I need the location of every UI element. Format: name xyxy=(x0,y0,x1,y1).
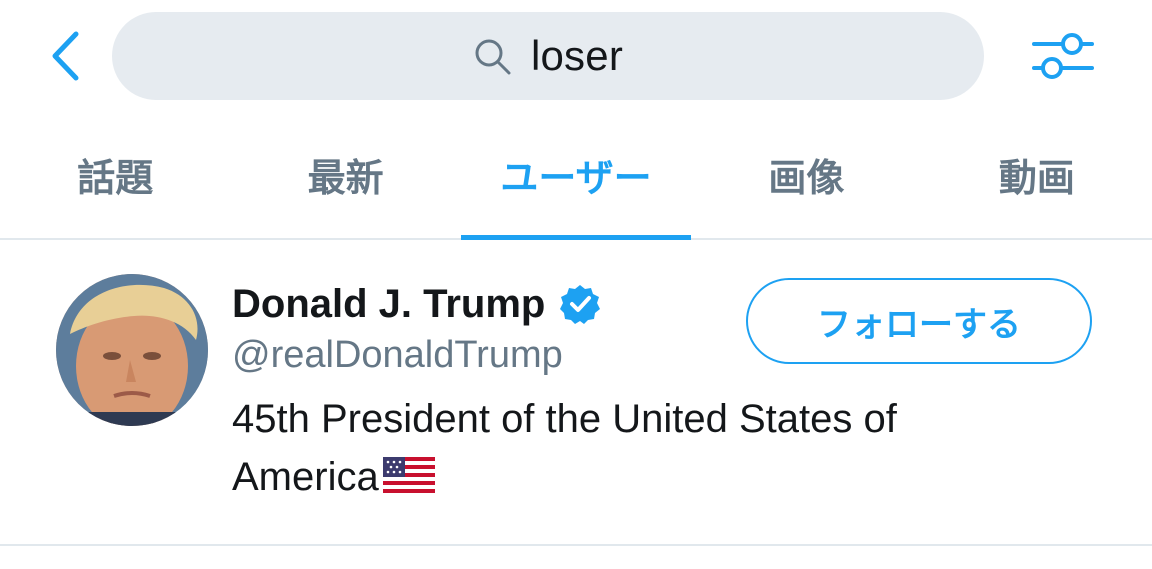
follow-button[interactable]: フォローする xyxy=(746,278,1092,364)
user-bio-text: 45th President of the United States of A… xyxy=(232,397,897,499)
user-handle: @realDonaldTrump xyxy=(232,334,563,376)
back-button[interactable] xyxy=(40,28,90,84)
verified-badge-icon xyxy=(560,285,601,324)
user-display-name: Donald J. Trump xyxy=(232,281,546,326)
tab-photos[interactable]: 画像 xyxy=(691,116,921,238)
tab-top[interactable]: 話題 xyxy=(0,116,230,238)
search-input[interactable]: loser xyxy=(112,12,984,100)
tab-people[interactable]: ユーザー xyxy=(460,116,692,240)
search-query: loser xyxy=(530,32,624,79)
search-icon xyxy=(475,39,511,75)
tab-videos[interactable]: 動画 xyxy=(922,116,1152,238)
user-result-row[interactable]: Donald J. Trump @realDonaldTrump 45th Pr… xyxy=(0,240,1152,546)
avatar[interactable] xyxy=(56,274,208,426)
chevron-left-icon xyxy=(52,31,79,81)
search-tabs: 話題 最新 ユーザー 画像 動画 xyxy=(0,116,1152,240)
search-results-screen: loser 話題 最新 ユーザー 画像 動画 Donald J. Trump @… xyxy=(0,0,1152,569)
us-flag-icon xyxy=(382,457,435,496)
search-filter-button[interactable] xyxy=(1026,26,1100,86)
user-bio: 45th President of the United States of A… xyxy=(232,390,1022,506)
sliders-icon xyxy=(1032,33,1094,79)
tab-latest[interactable]: 最新 xyxy=(230,116,460,238)
avatar-image xyxy=(56,274,208,426)
top-bar: loser xyxy=(0,0,1152,116)
user-name-line: Donald J. Trump xyxy=(232,276,601,332)
